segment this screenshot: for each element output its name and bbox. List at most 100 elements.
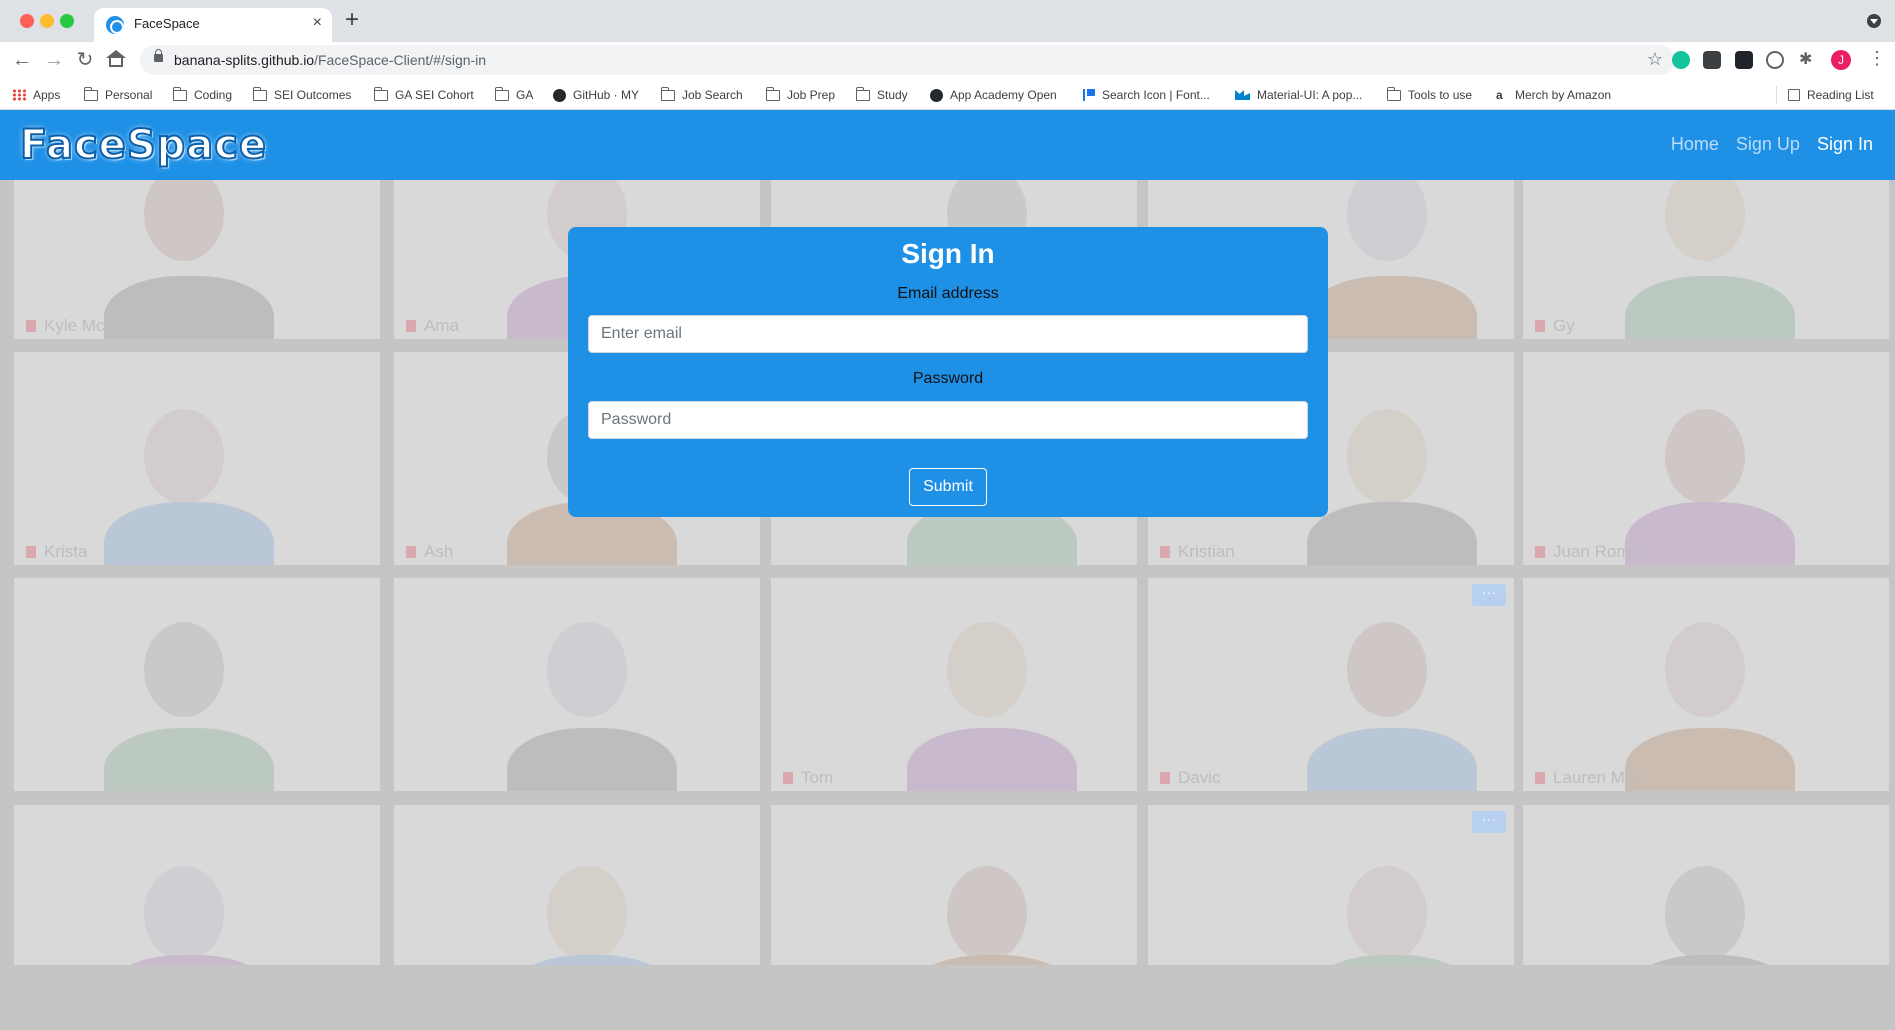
extension-circle-icon[interactable] [1766, 51, 1784, 69]
person-head-shape [144, 622, 224, 717]
site-navbar: FaceSpace Home Sign Up Sign In [0, 110, 1895, 180]
window-minimize-button[interactable] [40, 14, 54, 28]
new-tab-button[interactable]: + [345, 8, 359, 32]
tile-more-button[interactable]: ··· [1472, 811, 1506, 833]
bookmark-item[interactable]: Tools to use [1386, 86, 1473, 104]
password-field[interactable] [588, 401, 1308, 439]
person-body-shape [104, 728, 274, 791]
lock-icon[interactable] [154, 49, 163, 62]
bookmark-star-icon[interactable]: ☆ [1647, 49, 1663, 70]
address-bar[interactable]: banana-splits.github.io/FaceSpace-Client… [140, 45, 1675, 75]
bookmark-label: SEI Outcomes [274, 88, 352, 102]
forward-arrow-icon[interactable]: → [42, 48, 66, 72]
facespace-logo[interactable]: FaceSpace [19, 121, 280, 169]
tab-close-icon[interactable]: × [313, 14, 322, 32]
participant-name: Kyle McCorkle Wakefield [25, 316, 233, 335]
email-field[interactable] [588, 315, 1308, 353]
bookmark-item[interactable]: App Academy Open [930, 86, 1057, 104]
bookmark-item[interactable]: Job Prep [765, 86, 835, 104]
folder-icon [660, 86, 675, 101]
react-devtools-icon[interactable] [1735, 51, 1753, 69]
person-body-shape [1307, 276, 1477, 339]
bookmark-label: GA SEI Cohort [395, 88, 474, 102]
person-body-shape [507, 955, 677, 965]
email-label: Email address [897, 285, 999, 302]
nav-link-sign-up[interactable]: Sign Up [1736, 134, 1800, 155]
person-body-shape [1625, 955, 1795, 965]
bookmark-label: Tools to use [1408, 88, 1473, 102]
bookmark-item[interactable]: Study [855, 86, 908, 104]
person-head-shape [1347, 166, 1427, 261]
back-arrow-icon[interactable]: ← [10, 48, 34, 72]
participant-name: Gy [1535, 316, 1575, 335]
video-tile [14, 578, 380, 791]
person-head-shape [1665, 866, 1745, 961]
amazon-icon: a [1496, 87, 1503, 102]
profile-avatar[interactable]: J [1831, 50, 1851, 70]
browser-tab-facespace[interactable]: FaceSpace × [94, 8, 332, 42]
tile-more-button[interactable]: ··· [1472, 584, 1506, 606]
bookmark-label: Material-UI: A pop... [1257, 88, 1363, 102]
facespace-favicon-icon [106, 16, 124, 34]
bookmark-item[interactable]: GitHub · MY [553, 86, 639, 104]
bookmark-item[interactable]: Personal [83, 86, 152, 104]
nav-link-sign-in[interactable]: Sign In [1817, 134, 1873, 155]
bookmark-item[interactable]: Coding [172, 86, 232, 104]
person-head-shape [1665, 166, 1745, 261]
tab-search-icon[interactable] [1867, 14, 1881, 28]
tab-title: FaceSpace [134, 16, 200, 31]
person-head-shape [1665, 409, 1745, 504]
person-body-shape [1307, 955, 1477, 965]
participant-name: Kristian [1160, 542, 1235, 561]
reading-list-icon [1788, 89, 1800, 101]
submit-button[interactable]: Submit [909, 468, 987, 506]
bookmark-item[interactable]: SEI Outcomes [252, 86, 352, 104]
bookmark-item[interactable]: Apps [12, 86, 60, 104]
flag-icon [1083, 89, 1095, 101]
bookmark-label: Job Search [682, 88, 743, 102]
folder-icon [765, 86, 780, 101]
bookmark-item[interactable]: GA [494, 86, 534, 104]
bookmark-label: App Academy Open [950, 88, 1057, 102]
video-tile [14, 805, 380, 965]
video-tile [394, 805, 760, 965]
video-tile: Tom [771, 578, 1137, 791]
brand-logo-text: FaceSpace [19, 121, 268, 169]
extension-icon[interactable] [1703, 51, 1721, 69]
person-head-shape [144, 866, 224, 961]
grammarly-extension-icon[interactable] [1672, 51, 1690, 69]
video-tile: Krista [14, 352, 380, 565]
person-body-shape [907, 955, 1077, 965]
bookmark-label: Study [877, 88, 908, 102]
bookmark-item[interactable]: a Merch by Amazon [1496, 86, 1611, 104]
person-head-shape [1665, 622, 1745, 717]
home-icon[interactable] [105, 48, 129, 72]
nav-link-home[interactable]: Home [1671, 134, 1719, 155]
page-viewport: FaceSpace Home Sign Up Sign In Kyle McCo… [0, 110, 1895, 1030]
video-tile [1523, 805, 1889, 965]
participant-name: Ash [405, 542, 454, 561]
person-body-shape [507, 728, 677, 791]
video-tile: Lauren Mei [1523, 578, 1889, 791]
url-text[interactable]: banana-splits.github.io/FaceSpace-Client… [174, 52, 486, 68]
person-body-shape [1625, 502, 1795, 565]
reading-list-button[interactable]: Reading List [1788, 86, 1874, 104]
person-head-shape [947, 622, 1027, 717]
person-head-shape [1347, 622, 1427, 717]
window-close-button[interactable] [20, 14, 34, 28]
participant-name: Lauren Mei [1534, 768, 1639, 787]
reload-icon[interactable]: ↻ [73, 48, 97, 72]
bookmark-item[interactable]: Job Search [660, 86, 743, 104]
folder-icon [494, 86, 509, 101]
extensions-puzzle-icon[interactable]: ✱ [1799, 49, 1817, 68]
bookmark-item[interactable]: Search Icon | Font... [1083, 86, 1210, 104]
bookmark-item[interactable]: GA SEI Cohort [373, 86, 474, 104]
folder-icon [172, 86, 187, 101]
bookmark-item[interactable]: Material-UI: A pop... [1235, 86, 1362, 104]
browser-menu-icon[interactable]: ⋮ [1868, 48, 1886, 69]
video-tile [771, 805, 1137, 965]
video-tile: Davic ··· [1148, 578, 1514, 791]
window-maximize-button[interactable] [60, 14, 74, 28]
bookmark-label: GA [516, 88, 534, 102]
folder-icon [855, 86, 870, 101]
